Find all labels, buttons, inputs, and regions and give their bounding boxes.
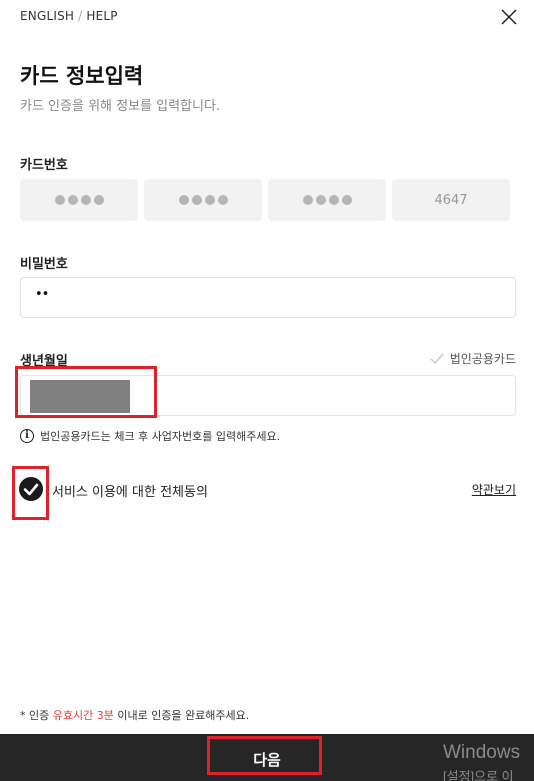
info-message: i 법인공용카드는 체크 후 사업자번호를 입력해주세요. [20,428,280,444]
card-number-field-3[interactable] [268,179,386,221]
time-limit-notice: * 인증 유효시간 3분 이내로 인증을 완료해주세요. [20,707,249,723]
masked-digits [302,195,352,205]
page-subtitle: 카드 인증을 위해 정보를 입력합니다. [20,99,221,114]
corp-card-checkbox[interactable]: 법인공용카드 [430,350,516,367]
corp-card-label: 법인공용카드 [449,352,516,366]
separator: / [78,9,83,23]
masked-digits [54,195,104,205]
card-number-field-2[interactable] [144,179,262,221]
card-number-field-1[interactable] [20,179,138,221]
info-icon: i [20,429,34,443]
password-value: •• [35,287,49,302]
card-last-digits: 4647 [434,192,468,208]
highlight-box-birthdate [15,366,157,418]
notice-highlight: 유효시간 3분 [52,709,114,722]
windows-watermark-subtitle: [설정]으로 이 [443,769,514,781]
masked-digits [178,195,228,205]
highlight-box-agree [12,466,49,520]
english-link[interactable]: ENGLISH [20,9,74,23]
close-icon [501,9,517,25]
language-help-bar: ENGLISH / HELP [20,9,118,23]
close-button[interactable] [500,8,518,26]
password-label: 비밀번호 [20,257,68,272]
card-number-label: 카드번호 [20,158,68,173]
highlight-box-next [207,736,322,775]
notice-suffix: 이내로 인증을 완료해주세요. [113,709,250,722]
check-icon [430,353,444,364]
card-number-field-4[interactable]: 4647 [392,179,510,221]
info-text: 법인공용카드는 체크 후 사업자번호를 입력해주세요. [40,430,281,443]
view-terms-link[interactable]: 약관보기 [472,481,516,498]
notice-prefix: * 인증 [20,709,53,722]
page-title: 카드 정보입력 [20,64,144,88]
agree-all-label[interactable]: 서비스 이용에 대한 전체동의 [52,481,208,500]
windows-watermark-title: Windows [443,742,521,763]
password-input[interactable]: •• [20,277,516,318]
help-link[interactable]: HELP [86,9,117,23]
